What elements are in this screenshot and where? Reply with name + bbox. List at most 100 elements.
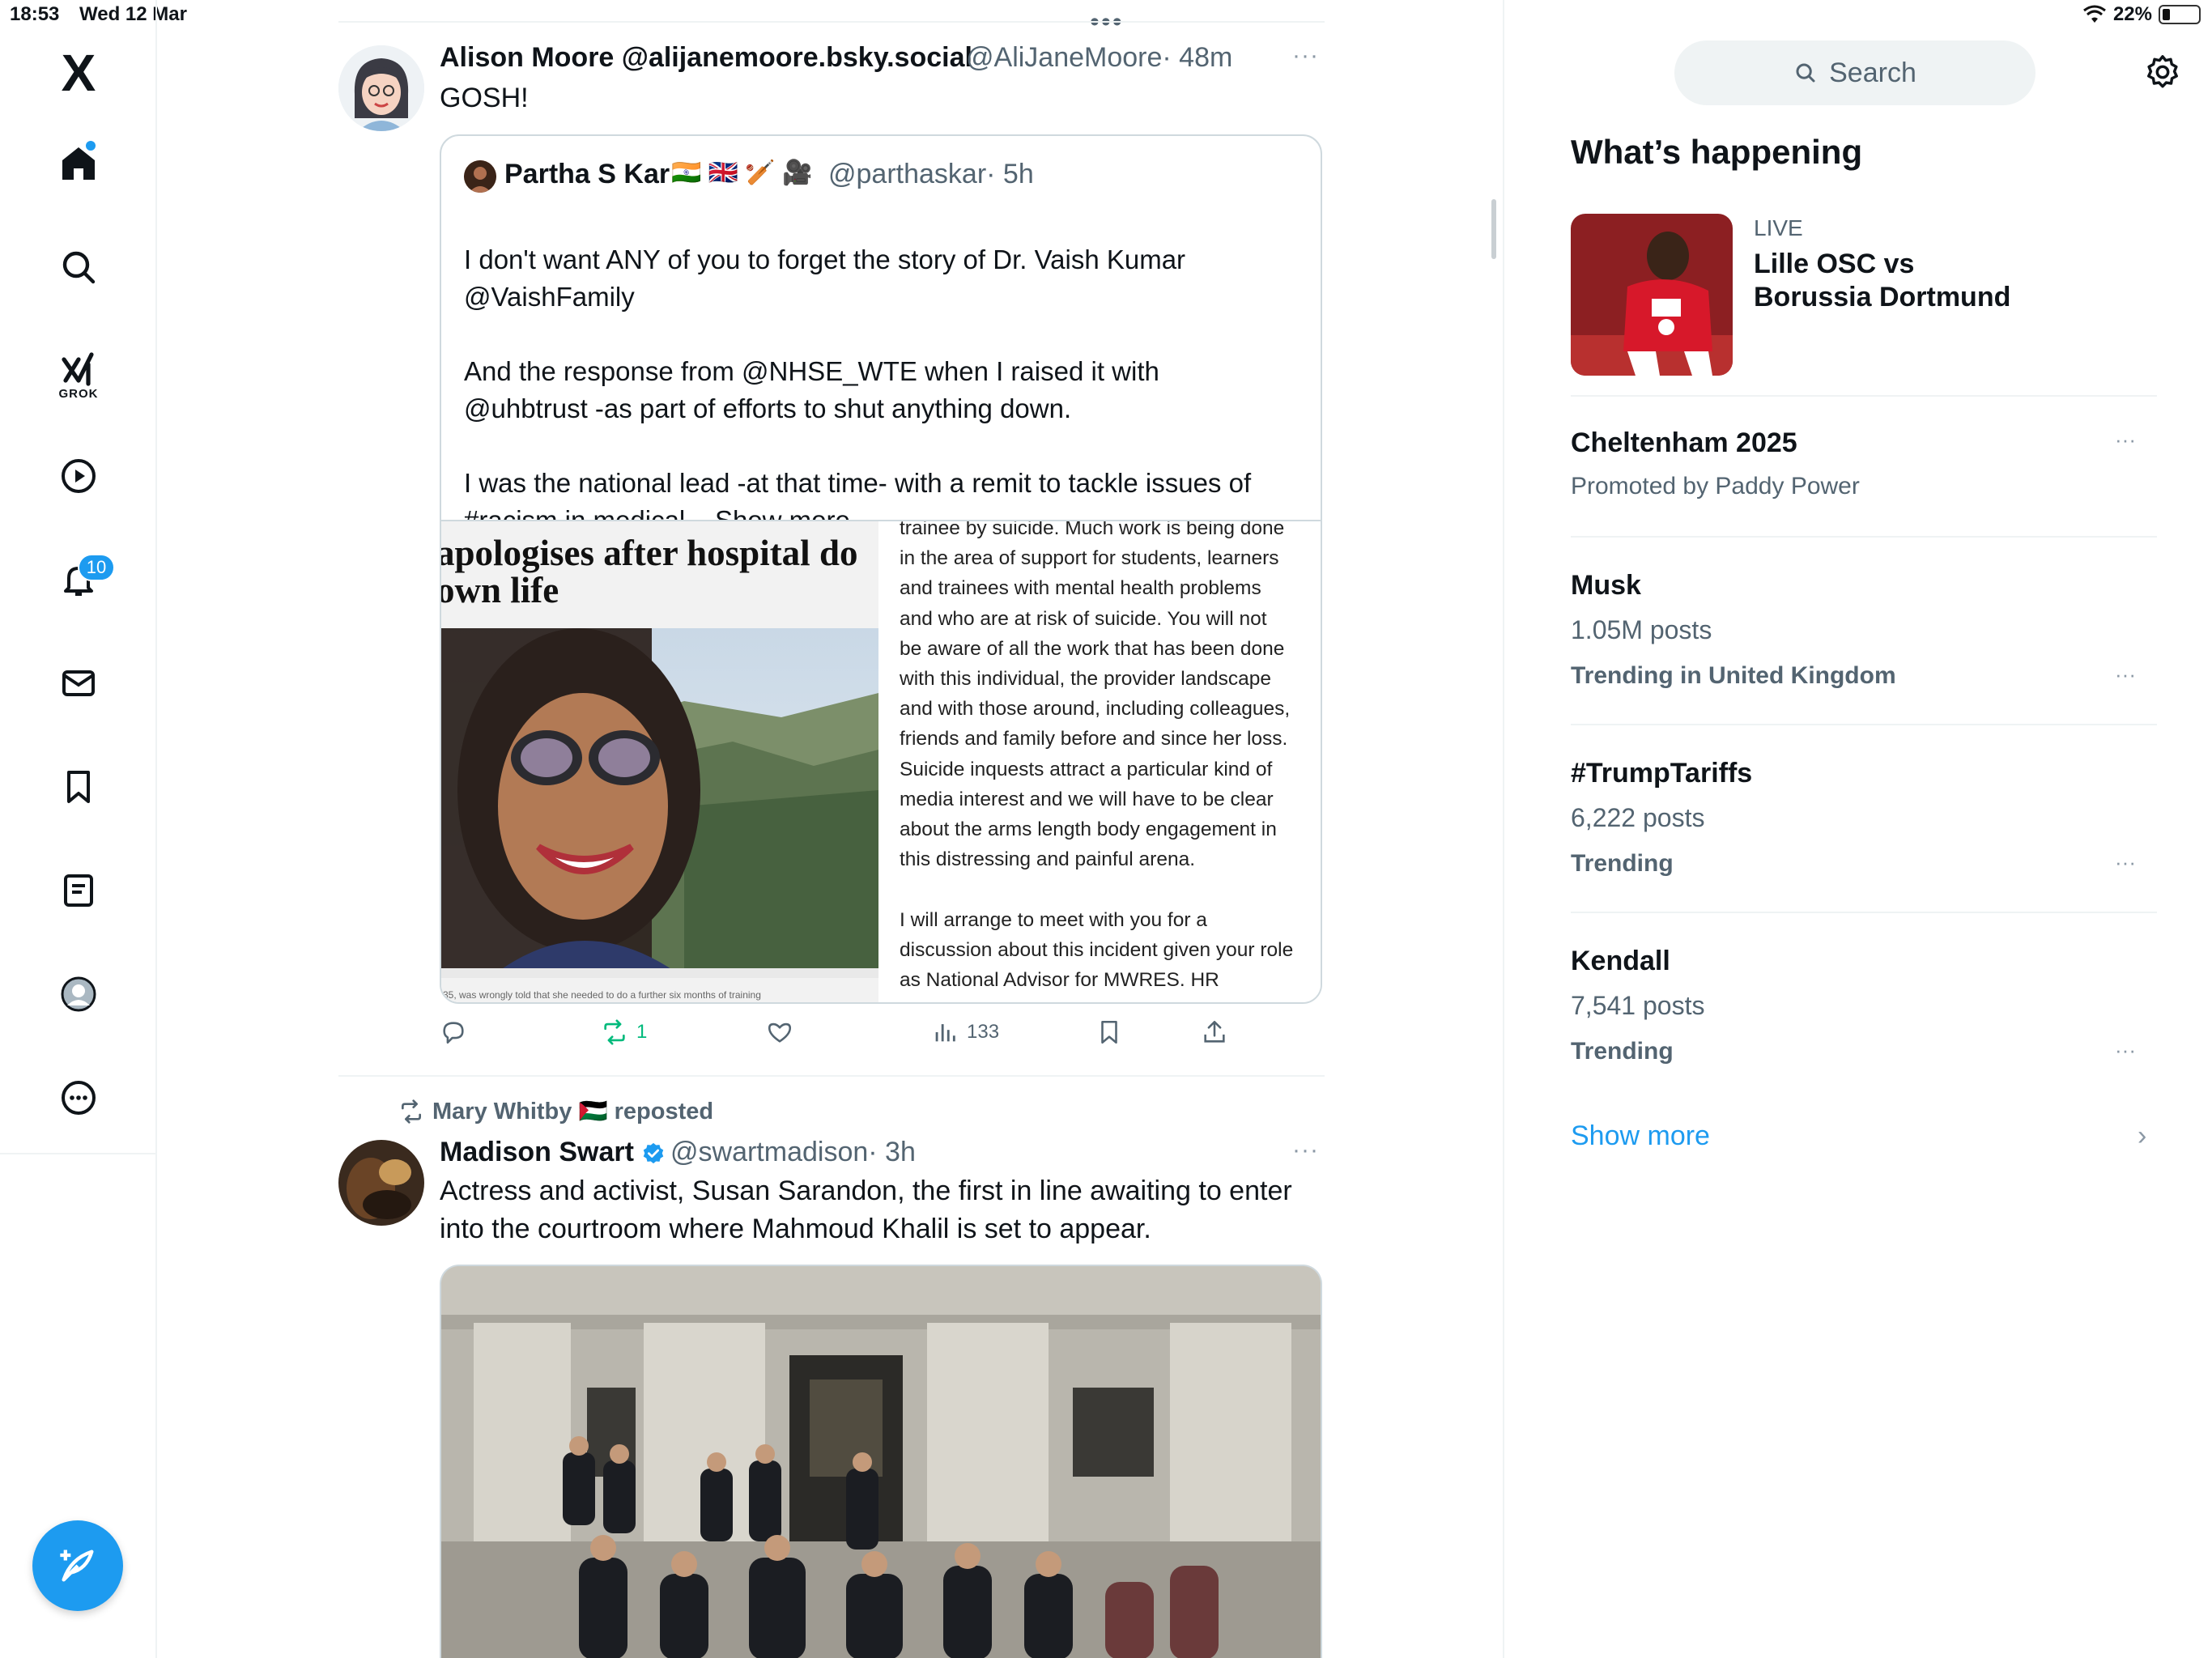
reply-icon [443, 1022, 464, 1044]
trend-more-button[interactable]: ··· [2115, 427, 2136, 453]
home-icon[interactable] [46, 131, 111, 196]
trend-more-button[interactable]: ··· [2115, 662, 2136, 687]
trend-post-count: 1.05M posts [1571, 615, 1712, 644]
trend-context: Trending in United Kingdom [1571, 662, 1896, 689]
share-icon [1204, 1020, 1225, 1043]
quote-media[interactable]: apologises after hospital do own life 35… [441, 520, 1321, 1002]
reposted-by-text[interactable]: Mary Whitby 🇵🇸 reposted [432, 1098, 713, 1125]
trend-context: Trending [1571, 1038, 1674, 1065]
tweet-media-photo[interactable] [440, 1265, 1322, 1658]
quote-text: I don't want ANY of you to forget the st… [464, 204, 1306, 539]
trend-name[interactable]: #TrumpTariffs [1571, 758, 1752, 789]
whats-happening-title: What’s happening [1571, 133, 1863, 171]
mail-icon[interactable] [46, 651, 111, 716]
chevron-right-icon[interactable]: › [2138, 1120, 2146, 1152]
more-icon[interactable] [46, 1065, 111, 1130]
views-icon [935, 1024, 955, 1042]
avatar[interactable] [338, 45, 424, 131]
tweet-author-handle[interactable]: @swartmadison· 3h [670, 1137, 916, 1168]
reply-button[interactable] [440, 1018, 467, 1046]
trend-name[interactable]: Cheltenham 2025 [1571, 427, 1797, 459]
bookmark-icon[interactable] [46, 755, 111, 819]
search-icon[interactable] [46, 235, 111, 300]
tweet-handle-text[interactable]: @AliJaneMoore [966, 42, 1162, 73]
quote-author-flags: 🇮🇳 🇬🇧 🏏 🎥 [671, 159, 813, 186]
repost-context-icon [402, 1099, 421, 1124]
nav-divider [0, 1153, 157, 1154]
trend-separator [1571, 536, 2157, 538]
tweet-text: Actress and activist, Susan Sarandon, th… [440, 1175, 1292, 1244]
views-button[interactable]: 133 [931, 1018, 999, 1046]
trend-separator [1571, 724, 2157, 725]
live-event-thumbnail[interactable] [1571, 214, 1733, 376]
quote-handle-text[interactable]: @parthaskar [828, 159, 986, 189]
heart-icon [768, 1022, 792, 1043]
trend-separator [1571, 395, 2157, 397]
trend-name[interactable]: Kendall [1571, 946, 1670, 977]
news-photo [441, 628, 878, 978]
trend-more-button[interactable]: ··· [2115, 850, 2136, 875]
feed-right-border [1503, 0, 1504, 1658]
video-icon[interactable] [46, 444, 111, 508]
trend-post-count: 7,541 posts [1571, 991, 1705, 1020]
search-small-icon [1796, 63, 1815, 83]
tweet-more-button[interactable]: ··· [1292, 42, 1319, 70]
live-label: LIVE [1754, 215, 1803, 240]
quote-body: I don't want ANY of you to forget the st… [464, 244, 1252, 535]
battery-percent: 22% [2112, 3, 2152, 25]
quoted-tweet-card[interactable]: Partha S Kar 🇮🇳 🇬🇧 🏏 🎥 @parthaskar· 5h I… [440, 134, 1322, 1004]
verified-badge-icon [641, 1141, 666, 1166]
tweet-author-handle[interactable]: @AliJaneMoore· 48m [966, 42, 1232, 74]
grok-label: GROK [58, 387, 99, 401]
search-placeholder: Search [1829, 57, 1916, 88]
repost-context[interactable]: Mary Whitby 🇵🇸 reposted [398, 1098, 713, 1125]
bookmark-small-icon [1101, 1020, 1117, 1044]
repost-count: 1 [636, 1021, 648, 1043]
trend-post-count: 6,222 posts [1571, 803, 1705, 832]
news-photo-caption: 35, was wrongly told that she needed to … [443, 989, 761, 1001]
repost-icon [604, 1019, 625, 1045]
trend-more-button[interactable]: ··· [2115, 1038, 2136, 1063]
avatar[interactable] [338, 1140, 424, 1226]
live-event-title[interactable]: Lille OSC vs Borussia Dortmund [1754, 248, 2010, 314]
status-right-group: 22% [2082, 3, 2201, 26]
profile-icon[interactable] [46, 962, 111, 1027]
battery-icon [2159, 5, 2201, 24]
tweet-time[interactable]: · 48m [1162, 42, 1232, 73]
tweet-text: GOSH! [440, 83, 529, 113]
repost-button[interactable]: 1 [601, 1018, 647, 1046]
trend-context: Trending [1571, 850, 1674, 877]
bookmark-button[interactable] [1095, 1018, 1123, 1046]
tweet-more-button[interactable]: ··· [1292, 1137, 1319, 1164]
letter-text: trainee by suicide. Much work is being d… [900, 521, 1294, 992]
notification-badge: 10 [78, 554, 115, 581]
tweet-time[interactable]: · 3h [868, 1137, 916, 1167]
trend-name[interactable]: Musk [1571, 570, 1641, 602]
search-input[interactable]: Search [1674, 40, 2035, 105]
lists-icon[interactable] [46, 858, 111, 923]
share-button[interactable] [1201, 1018, 1228, 1046]
views-count: 133 [967, 1021, 1000, 1043]
trend-promoted: Promoted by Paddy Power [1571, 473, 1860, 500]
quote-avatar[interactable] [464, 160, 496, 193]
trend-separator [1571, 912, 2157, 913]
tweet-author-name[interactable]: Alison Moore @alijanemoore.bsky.social [440, 42, 972, 74]
tweet-handle-text[interactable]: @swartmadison [670, 1137, 868, 1167]
feed-top-divider [338, 21, 1325, 23]
compose-button[interactable] [32, 1520, 123, 1611]
x-logo-icon[interactable]: X [46, 40, 111, 105]
like-button[interactable] [766, 1018, 793, 1046]
tweet-author-name[interactable]: Madison Swart [440, 1137, 634, 1168]
gear-icon[interactable] [2144, 53, 2181, 91]
letter-excerpt: trainee by suicide. Much work is being d… [878, 521, 1321, 1002]
scrollbar[interactable] [1491, 199, 1496, 259]
tweet-separator [338, 1075, 1325, 1077]
news-clipping: apologises after hospital do own life 35… [441, 521, 878, 1002]
show-more-link[interactable]: Show more [1571, 1120, 1710, 1152]
news-headline: apologises after hospital do own life [441, 533, 858, 610]
quote-time[interactable]: · 5h [986, 159, 1034, 189]
quote-author-handle[interactable]: @parthaskar· 5h [828, 159, 1034, 190]
wifi-icon [2083, 5, 2106, 23]
quote-author-name[interactable]: Partha S Kar [504, 159, 670, 190]
compose-icon [60, 1550, 94, 1582]
